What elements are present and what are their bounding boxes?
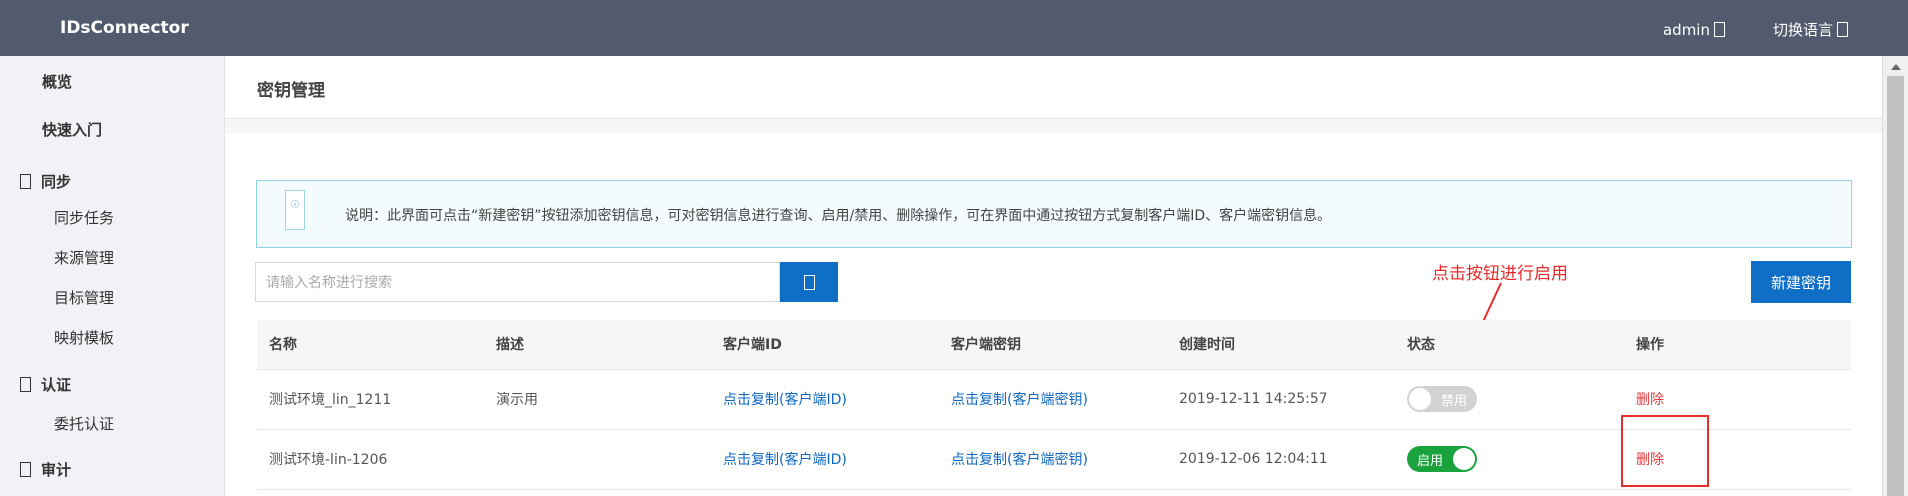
chevron-down-icon <box>1713 22 1725 37</box>
language-switch[interactable]: 切换语言 <box>1773 19 1848 40</box>
new-key-button[interactable]: 新建密钥 <box>1751 261 1851 303</box>
sidebar-group-audit[interactable]: 审计 <box>20 459 71 480</box>
sidebar-group-label: 认证 <box>41 376 72 394</box>
column-header: 客户端ID <box>711 320 939 370</box>
language-label: 切换语言 <box>1772 21 1833 39</box>
sidebar-group-auth[interactable]: 认证 <box>20 374 71 395</box>
header-band <box>225 119 1883 133</box>
copy-client-id-link[interactable]: 点击复制(客户端ID) <box>723 392 847 408</box>
app-brand: IDsConnector <box>60 18 189 38</box>
scroll-thumb[interactable] <box>1887 76 1904 496</box>
column-header: 名称 <box>257 320 484 370</box>
chevron-down-icon <box>1837 22 1848 37</box>
status-label: 启用 <box>1417 453 1444 469</box>
sync-icon <box>20 174 31 189</box>
info-icon: ⓘ <box>285 190 305 230</box>
table-header-row: 名称 描述 客户端ID 客户端密钥 创建时间 状态 操作 <box>257 320 1851 370</box>
sidebar-group-label: 同步 <box>41 173 72 191</box>
search-icon <box>803 274 815 290</box>
delete-link[interactable]: 删除 <box>1636 392 1664 408</box>
sidebar-item-source-management[interactable]: 来源管理 <box>54 247 114 268</box>
copy-client-secret-link[interactable]: 点击复制(客户端密钥) <box>951 452 1088 468</box>
sidebar-item-delegated-auth[interactable]: 委托认证 <box>54 413 114 434</box>
sidebar-item-target-management[interactable]: 目标管理 <box>54 287 114 308</box>
sidebar-group-sync[interactable]: 同步 <box>20 171 71 192</box>
key-description <box>484 429 711 490</box>
scrollbar[interactable] <box>1882 56 1908 496</box>
main-panel: 密钥管理 ⓘ 说明：此界面可点击“新建密钥”按钮添加密钥信息，可对密钥信息进行查… <box>224 56 1883 496</box>
page-title: 密钥管理 <box>257 81 325 101</box>
user-name: admin <box>1662 20 1710 39</box>
status-toggle[interactable]: 启用 <box>1407 446 1477 472</box>
copy-client-secret-link[interactable]: 点击复制(客户端密钥) <box>951 392 1088 408</box>
notice-text: 说明：此界面可点击“新建密钥”按钮添加密钥信息，可对密钥信息进行查询、启用/禁用… <box>345 208 1332 224</box>
key-name: 测试环境_lin_1211 <box>257 369 484 430</box>
annotation-highlight-box <box>1621 415 1709 487</box>
sidebar: 概览 快速入门 同步 同步任务 来源管理 目标管理 映射模板 认证 委托认证 审… <box>0 56 224 496</box>
column-header: 操作 <box>1624 320 1851 370</box>
search-input[interactable] <box>255 262 780 302</box>
column-header: 创建时间 <box>1167 320 1395 370</box>
created-time: 2019-12-06 12:04:11 <box>1167 429 1395 490</box>
table-row: 测试环境_lin_1211 演示用 点击复制(客户端ID) 点击复制(客户端密钥… <box>257 369 1851 430</box>
user-menu[interactable]: admin <box>1663 19 1725 40</box>
toggle-knob <box>1453 448 1475 470</box>
copy-client-id-link[interactable]: 点击复制(客户端ID) <box>723 452 847 468</box>
status-label: 禁用 <box>1440 393 1467 409</box>
keys-table: 名称 描述 客户端ID 客户端密钥 创建时间 状态 操作 测试环境_lin_12… <box>257 320 1851 490</box>
auth-icon <box>20 377 31 392</box>
scroll-up-icon[interactable] <box>1891 64 1901 70</box>
table-row: 测试环境-lin-1206 点击复制(客户端ID) 点击复制(客户端密钥) 20… <box>257 429 1851 490</box>
key-name: 测试环境-lin-1206 <box>257 429 484 490</box>
search-button[interactable] <box>780 262 838 302</box>
top-right-menu: admin 切换语言 <box>1663 19 1848 40</box>
audit-icon <box>20 462 31 477</box>
top-bar: IDsConnector admin 切换语言 <box>0 0 1908 56</box>
status-toggle[interactable]: 禁用 <box>1407 386 1477 412</box>
info-notice: ⓘ 说明：此界面可点击“新建密钥”按钮添加密钥信息，可对密钥信息进行查询、启用/… <box>256 180 1852 248</box>
sidebar-item-overview[interactable]: 概览 <box>42 71 72 92</box>
created-time: 2019-12-11 14:25:57 <box>1167 369 1395 430</box>
column-header: 描述 <box>484 320 711 370</box>
column-header: 状态 <box>1395 320 1624 370</box>
annotation-text: 点击按钮进行启用 <box>1432 264 1568 284</box>
toggle-knob <box>1409 388 1431 410</box>
sidebar-group-label: 审计 <box>41 461 72 479</box>
sidebar-item-sync-tasks[interactable]: 同步任务 <box>54 207 114 228</box>
column-header: 客户端密钥 <box>939 320 1167 370</box>
sidebar-item-mapping-templates[interactable]: 映射模板 <box>54 327 114 348</box>
key-description: 演示用 <box>484 369 711 430</box>
sidebar-item-quickstart[interactable]: 快速入门 <box>42 119 102 140</box>
